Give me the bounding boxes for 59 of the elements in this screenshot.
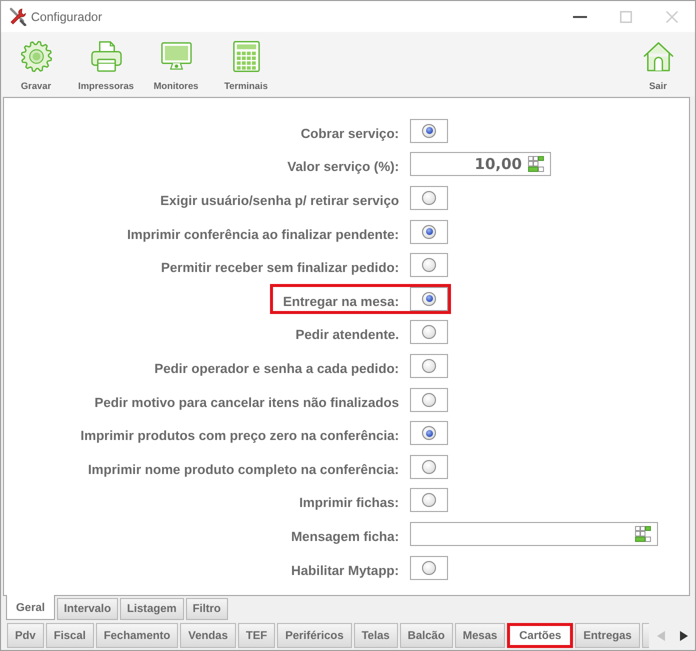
partial-tab[interactable] [642, 623, 649, 648]
number-field[interactable]: 10,00 [410, 152, 551, 176]
radio-button[interactable] [410, 488, 448, 512]
setting-label: Valor serviço (%): [287, 158, 399, 174]
tab[interactable]: Periféricos [277, 623, 352, 648]
tab[interactable]: Fiscal [46, 623, 94, 648]
setting-label: Pedir atendente. [296, 326, 399, 342]
tab[interactable]: Fechamento [96, 623, 178, 648]
tab[interactable]: Geral [6, 595, 55, 620]
tab[interactable]: Telas [354, 623, 398, 648]
setting-label: Pedir operador e senha a cada pedido: [154, 360, 399, 376]
tab[interactable]: Cartões [507, 623, 574, 648]
setting-label: Pedir motivo para cancelar itens não finalizados [94, 394, 399, 410]
setting-label: Permitir receber sem finalizar pedido: [161, 259, 399, 276]
radio-button[interactable] [410, 421, 448, 446]
setting-label: Imprimir produtos com preço zero na conferência: [80, 427, 399, 444]
setting-label: Imprimir fichas: [299, 494, 399, 510]
radio-button[interactable] [410, 320, 448, 344]
printer-icon [90, 41, 122, 72]
radio-button[interactable] [410, 556, 448, 580]
tab[interactable]: Listagem [120, 598, 184, 620]
radio-button[interactable] [410, 186, 448, 210]
toolbar-button[interactable]: Monitores [146, 39, 206, 93]
keypad-icon[interactable] [635, 526, 651, 542]
radio-button[interactable] [410, 220, 448, 244]
radio-button[interactable] [410, 354, 448, 378]
setting-label: Imprimir nome produto completo na conferência: [88, 460, 399, 477]
scroll-right-icon[interactable] [680, 630, 688, 640]
radio-button[interactable] [410, 454, 448, 479]
tab[interactable]: Mesas [454, 623, 506, 648]
setting-label: Mensagem ficha: [291, 528, 399, 544]
tools-icon [8, 7, 27, 26]
radio-button[interactable] [410, 118, 448, 143]
window-title: Configurador [31, 10, 102, 24]
tab[interactable]: Filtro [186, 598, 228, 620]
radio-button[interactable] [410, 286, 448, 311]
setting-label: Exigir usuário/senha p/ retirar serviço [160, 192, 399, 208]
radio-button[interactable] [410, 388, 448, 412]
monitor-icon [160, 41, 192, 72]
radio-button[interactable] [410, 253, 448, 278]
calculator-icon [230, 41, 262, 72]
house-icon [642, 41, 674, 72]
toolbar-button[interactable]: Impressoras [76, 39, 136, 93]
keypad-icon[interactable] [528, 156, 544, 172]
gear-icon [20, 41, 52, 72]
tab[interactable]: Intervalo [56, 598, 118, 620]
tab[interactable]: Pdv [7, 623, 44, 648]
tab[interactable]: Balcão [400, 623, 453, 648]
toolbar-button[interactable]: Gravar [6, 39, 66, 93]
tab[interactable]: TEF [238, 623, 276, 648]
setting-label: Cobrar serviço: [300, 124, 399, 141]
toolbar-button[interactable]: Terminais [216, 39, 276, 93]
text-field[interactable] [410, 522, 658, 546]
tab[interactable]: Vendas [180, 623, 236, 648]
tab[interactable]: Entregas [575, 623, 640, 648]
setting-label: Habilitar Mytapp: [291, 562, 399, 578]
exit-button[interactable]: Sair [635, 39, 681, 93]
setting-label: Entregar na mesa: [282, 292, 399, 309]
setting-label: Imprimir conferência ao finalizar pendente: [127, 226, 399, 242]
